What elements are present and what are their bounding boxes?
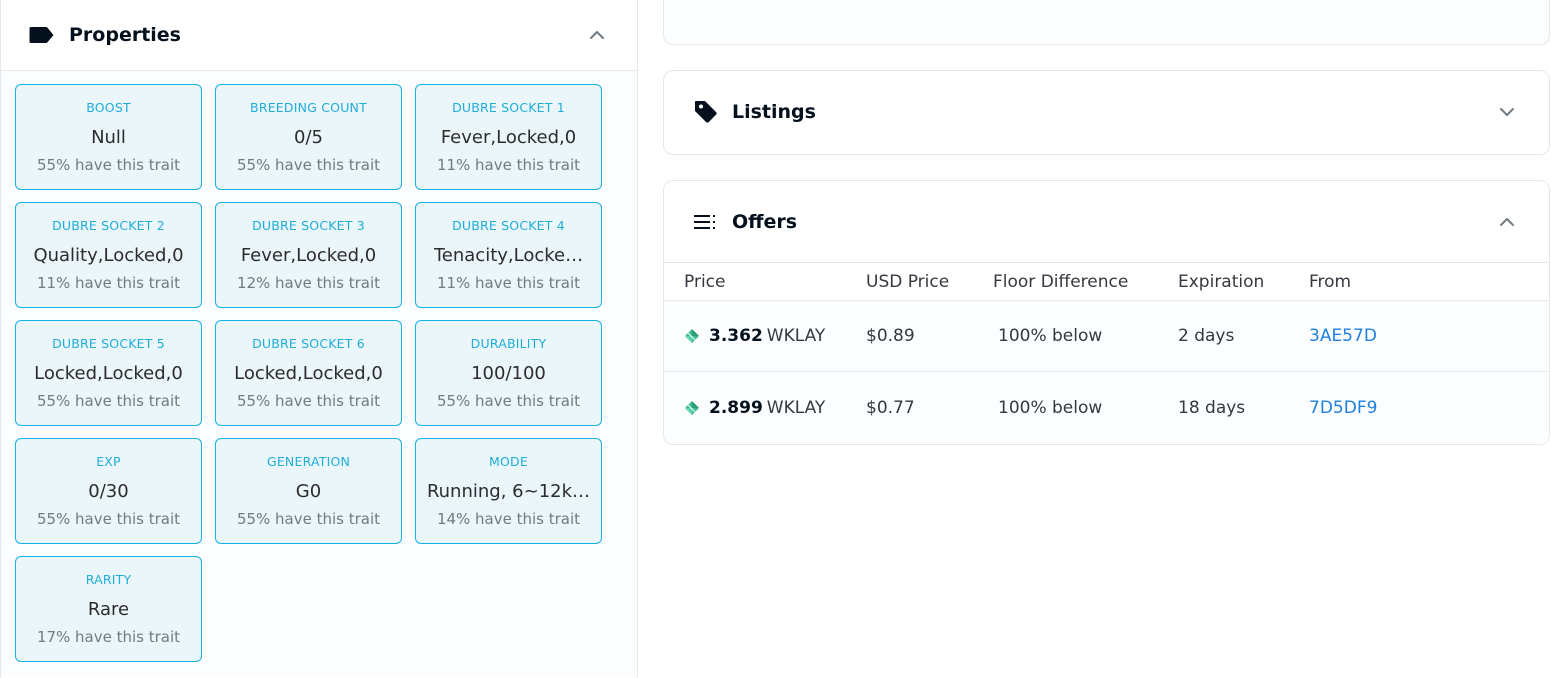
trait-card[interactable]: DUBRE SOCKET 5 Locked,Locked,0 55% have … — [15, 320, 202, 426]
trait-type: DURABILITY — [470, 336, 547, 351]
offer-usd-price: $0.89 — [866, 326, 915, 346]
properties-title: Properties — [69, 24, 181, 46]
trait-value: Running, 6~12k… — [426, 481, 591, 502]
trait-card[interactable]: BREEDING COUNT 0/5 55% have this trait — [215, 84, 402, 190]
trait-rarity: 14% have this trait — [436, 510, 581, 528]
offer-price: 3.362 WKLAY — [684, 326, 866, 346]
trait-card[interactable]: DUBRE SOCKET 1 Fever,Locked,0 11% have t… — [415, 84, 602, 190]
offers-table: Price USD Price Floor Difference Expirat… — [664, 263, 1549, 443]
trait-value: Fever,Locked,0 — [440, 127, 577, 148]
column-price: Price — [684, 271, 726, 292]
trait-value: Null — [91, 127, 126, 148]
properties-header[interactable]: Properties — [1, 0, 637, 71]
trait-card[interactable]: DURABILITY 100/100 55% have this trait — [415, 320, 602, 426]
chevron-down-icon[interactable] — [1495, 100, 1519, 124]
wklay-token-icon — [685, 329, 699, 343]
offer-amount: 2.899 — [709, 397, 763, 418]
offer-from-link[interactable]: 7D5DF9 — [1309, 398, 1459, 418]
listings-title: Listings — [732, 101, 816, 123]
trait-type: RARITY — [85, 572, 132, 587]
offer-unit: WKLAY — [766, 326, 826, 346]
trait-value: Locked,Locked,0 — [234, 363, 383, 384]
trait-type: DUBRE SOCKET 1 — [452, 100, 565, 115]
chevron-up-icon[interactable] — [1495, 210, 1519, 234]
offer-expiration: 2 days — [1178, 326, 1235, 346]
trait-type: DUBRE SOCKET 6 — [252, 336, 365, 351]
label-tag-icon — [29, 24, 55, 46]
trait-value: 0/30 — [88, 481, 129, 502]
trait-rarity: 55% have this trait — [436, 392, 581, 410]
offer-expiration: 18 days — [1178, 397, 1246, 418]
trait-card[interactable]: DUBRE SOCKET 6 Locked,Locked,0 55% have … — [215, 320, 402, 426]
chevron-up-icon[interactable] — [585, 23, 609, 47]
trait-rarity: 55% have this trait — [36, 392, 181, 410]
trait-type: BOOST — [86, 100, 131, 115]
trait-rarity: 55% have this trait — [36, 510, 181, 528]
trait-value: G0 — [295, 481, 322, 502]
trait-type: GENERATION — [266, 454, 351, 469]
offers-header[interactable]: Offers — [664, 181, 1549, 263]
listings-header[interactable]: Listings — [664, 71, 1549, 153]
offer-from-link[interactable]: 3AE57D — [1309, 326, 1459, 346]
column-expiration: Expiration — [1178, 271, 1265, 292]
offer-row: 2.899 WKLAY $0.77 100% below 18 days 7D5… — [664, 372, 1549, 443]
offer-price: 2.899 WKLAY — [684, 398, 866, 418]
trait-rarity: 12% have this trait — [236, 274, 381, 292]
trait-rarity: 55% have this trait — [36, 156, 181, 174]
trait-type: BREEDING COUNT — [250, 100, 367, 115]
column-from: From — [1309, 271, 1352, 292]
trait-card[interactable]: DUBRE SOCKET 2 Quality,Locked,0 11% have… — [15, 202, 202, 308]
trait-rarity: 17% have this trait — [36, 628, 181, 646]
trait-value: Locked,Locked,0 — [34, 363, 183, 384]
trait-value: Tenacity,Locke… — [433, 245, 584, 266]
wklay-token-icon — [685, 400, 699, 415]
trait-card[interactable]: BOOST Null 55% have this trait — [15, 84, 202, 190]
trait-type: MODE — [489, 454, 528, 469]
top-card — [663, 0, 1550, 45]
trait-rarity: 55% have this trait — [236, 156, 381, 174]
offer-amount: 3.362 — [709, 326, 763, 346]
trait-rarity: 55% have this trait — [236, 510, 381, 528]
column-floor-difference: Floor Difference — [993, 271, 1129, 292]
trait-rarity: 11% have this trait — [436, 156, 581, 174]
trait-value: Rare — [87, 599, 130, 620]
trait-card[interactable]: DUBRE SOCKET 3 Fever,Locked,0 12% have t… — [215, 202, 402, 308]
trait-rarity: 11% have this trait — [36, 274, 181, 292]
trait-card[interactable]: DUBRE SOCKET 4 Tenacity,Locke… 11% have … — [415, 202, 602, 308]
trait-type: EXP — [96, 454, 121, 469]
trait-type: DUBRE SOCKET 4 — [452, 218, 565, 233]
trait-card[interactable]: EXP 0/30 55% have this trait — [15, 438, 202, 544]
trait-value: 100/100 — [471, 363, 546, 384]
trait-value: 0/5 — [294, 127, 323, 148]
list-icon — [692, 208, 720, 236]
trait-value: Quality,Locked,0 — [33, 245, 184, 266]
offers-title: Offers — [732, 210, 798, 233]
trait-card[interactable]: GENERATION G0 55% have this trait — [215, 438, 402, 544]
price-tag-icon — [692, 98, 720, 126]
column-usd-price: USD Price — [866, 271, 950, 292]
offer-floor-difference: 100% below — [998, 397, 1103, 418]
offer-floor-difference: 100% below — [998, 326, 1103, 346]
trait-card[interactable]: MODE Running, 6~12k… 14% have this trait — [415, 438, 602, 544]
trait-value: Fever,Locked,0 — [240, 245, 377, 266]
offers-table-header: Price USD Price Floor Difference Expirat… — [664, 263, 1549, 301]
trait-rarity: 11% have this trait — [436, 274, 581, 292]
trait-card[interactable]: RARITY Rare 17% have this trait — [15, 556, 202, 662]
offers-card: Offers Price USD Price Floor Difference … — [663, 180, 1550, 445]
offer-unit: WKLAY — [766, 397, 826, 418]
properties-panel: Properties BOOST Null 55% have this trai… — [0, 0, 638, 678]
trait-type: DUBRE SOCKET 3 — [252, 218, 365, 233]
traits-grid: BOOST Null 55% have this trait BREEDING … — [1, 71, 637, 677]
listings-card: Listings — [663, 70, 1550, 155]
offer-usd-price: $0.77 — [866, 397, 915, 418]
trait-type: DUBRE SOCKET 2 — [52, 218, 165, 233]
offer-row: 3.362 WKLAY $0.89 100% below 2 days 3AE5… — [664, 301, 1549, 372]
trait-rarity: 55% have this trait — [236, 392, 381, 410]
trait-type: DUBRE SOCKET 5 — [52, 336, 165, 351]
